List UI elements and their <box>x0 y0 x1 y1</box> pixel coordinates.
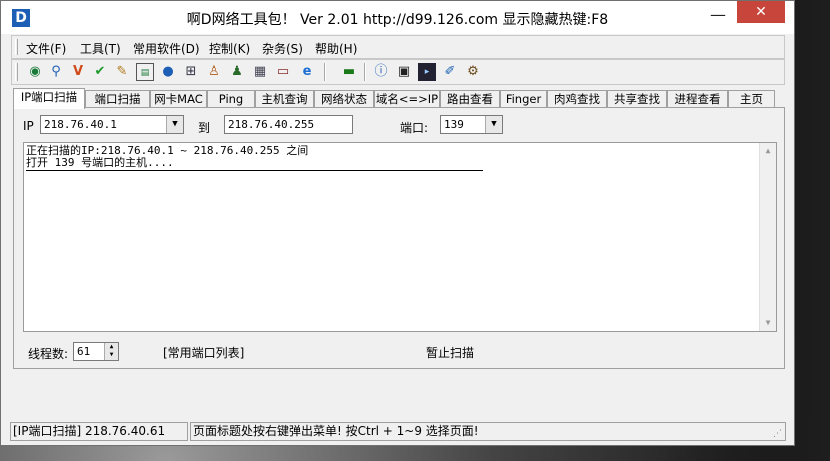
tab-mac[interactable]: 网卡MAC <box>150 90 207 108</box>
tab-domain-ip[interactable]: 域名<=>IP <box>374 90 440 108</box>
console-icon[interactable]: ▸ <box>418 63 436 81</box>
status-hint: 页面标题处按右键弹出菜单! 按Ctrl + 1~9 选择页面! <box>190 422 786 441</box>
scroll-up-icon[interactable]: ▲ <box>760 143 776 159</box>
threads-stepper[interactable]: 61 ▲ ▼ <box>73 342 119 361</box>
common-ports-link[interactable]: [常用端口列表] <box>163 344 244 361</box>
tab-host-query[interactable]: 主机查询 <box>255 90 314 108</box>
globe-icon[interactable]: ◉ <box>26 63 44 81</box>
card-icon[interactable]: ▭ <box>274 63 292 81</box>
status-current-scan: [IP端口扫描] 218.76.40.61 <box>10 422 188 441</box>
server-icon[interactable]: ▦ <box>251 63 269 81</box>
scan-panel: IP 218.76.40.1 ▼ 到 218.76.40.255 端口: 139… <box>13 107 785 369</box>
port-value: 139 <box>444 118 464 131</box>
tab-share-search[interactable]: 共享查找 <box>607 90 667 108</box>
gears-icon[interactable]: ⚙ <box>464 63 482 81</box>
tab-finger[interactable]: Finger <box>500 90 547 108</box>
ip-start-combobox[interactable]: 218.76.40.1 ▼ <box>40 115 184 134</box>
to-label: 到 <box>198 121 211 135</box>
status-bar: [IP端口扫描] 218.76.40.61 页面标题处按右键弹出菜单! 按Ctr… <box>10 422 786 441</box>
ip-start-value: 218.76.40.1 <box>44 118 117 131</box>
magnifier-icon[interactable]: ⚲ <box>47 63 65 81</box>
menu-bar: 文件(F) 工具(T) 常用软件(D) 控制(K) 杂务(S) 帮助(H) <box>11 35 785 59</box>
menu-misc[interactable]: 杂务(S) <box>262 40 303 57</box>
title-bar[interactable]: D 啊D网络工具包！ Ver 2.01 http://d99.126.com 显… <box>1 1 794 34</box>
lower-empty-area <box>11 373 786 419</box>
monitor-icon[interactable]: ▣ <box>395 63 413 81</box>
window-title: 啊D网络工具包！ Ver 2.01 http://d99.126.com 显示隐… <box>186 12 609 28</box>
earth-icon[interactable]: ● <box>159 63 177 81</box>
menu-file[interactable]: 文件(F) <box>26 40 66 57</box>
toolbar-separator <box>324 63 326 81</box>
menu-grip[interactable] <box>15 39 18 55</box>
brush-icon[interactable]: ✎ <box>113 63 131 81</box>
tab-bot-search[interactable]: 肉鸡查找 <box>547 90 607 108</box>
resize-grip-icon[interactable]: ⋰ <box>773 429 782 439</box>
tab-process-view[interactable]: 进程查看 <box>667 90 728 108</box>
colorful-v-icon[interactable]: V <box>69 63 87 81</box>
menu-control[interactable]: 控制(K) <box>209 40 250 57</box>
port-label: 端口: <box>400 121 429 135</box>
ip-end-value: 218.76.40.255 <box>228 118 315 131</box>
network-card-icon[interactable]: ▬ <box>340 63 358 81</box>
output-line: 打开 139 号端口的主机.... <box>26 156 174 169</box>
toolbar-grip[interactable] <box>15 63 18 81</box>
chevron-down-icon[interactable]: ▼ <box>485 116 502 133</box>
scroll-down-icon[interactable]: ▼ <box>760 315 776 331</box>
toolbar-separator <box>364 63 366 81</box>
menu-common-software[interactable]: 常用软件(D) <box>133 40 200 57</box>
chart-window-icon[interactable]: ▤ <box>136 63 154 81</box>
menu-help[interactable]: 帮助(H) <box>315 40 357 57</box>
app-window: D 啊D网络工具包！ Ver 2.01 http://d99.126.com 显… <box>0 0 795 446</box>
tab-home[interactable]: 主页 <box>728 90 775 108</box>
ip-end-input[interactable]: 218.76.40.255 <box>224 115 353 134</box>
port-combobox[interactable]: 139 ▼ <box>440 115 503 134</box>
output-divider <box>26 170 483 171</box>
pen-icon[interactable]: ✐ <box>441 63 459 81</box>
tab-net-status[interactable]: 网络状态 <box>314 90 374 108</box>
vertical-scrollbar[interactable]: ▲ ▼ <box>759 143 776 331</box>
threads-value: 61 <box>77 345 91 358</box>
tab-route[interactable]: 路由查看 <box>440 90 500 108</box>
scan-output-textarea[interactable]: 正在扫描的IP:218.76.40.1 ~ 218.76.40.255 之间 打… <box>23 142 777 332</box>
person-icon[interactable]: ♙ <box>205 63 223 81</box>
close-button[interactable]: ✕ <box>737 1 785 23</box>
pause-scan-button[interactable]: 暂止扫描 <box>426 344 474 361</box>
spin-arrows-icon[interactable]: ▲ ▼ <box>104 343 118 360</box>
person-search-icon[interactable]: ♟ <box>228 63 246 81</box>
tab-port-scan[interactable]: 端口扫描 <box>85 90 150 108</box>
ie-icon[interactable]: e <box>298 63 316 81</box>
info-icon[interactable]: ⓘ <box>372 63 390 81</box>
tab-strip: IP端口扫描 端口扫描 网卡MAC Ping 主机查询 网络状态 域名<=>IP… <box>13 88 785 109</box>
checkmark-icon[interactable]: ✔ <box>91 63 109 81</box>
chevron-down-icon[interactable]: ▼ <box>166 116 183 133</box>
menu-tools[interactable]: 工具(T) <box>80 40 121 57</box>
tool-bar: ◉ ⚲ V ✔ ✎ ▤ ● ⊞ ♙ ♟ ▦ ▭ e ▬ ⓘ ▣ ▸ ✐ ⚙ <box>11 59 785 85</box>
tab-ping[interactable]: Ping <box>207 90 255 108</box>
minimize-button[interactable]: — <box>701 1 735 29</box>
network-computers-icon[interactable]: ⊞ <box>182 63 200 81</box>
tab-ip-port-scan[interactable]: IP端口扫描 <box>13 88 85 109</box>
threads-label: 线程数: <box>28 347 69 361</box>
ip-label: IP <box>23 119 34 133</box>
